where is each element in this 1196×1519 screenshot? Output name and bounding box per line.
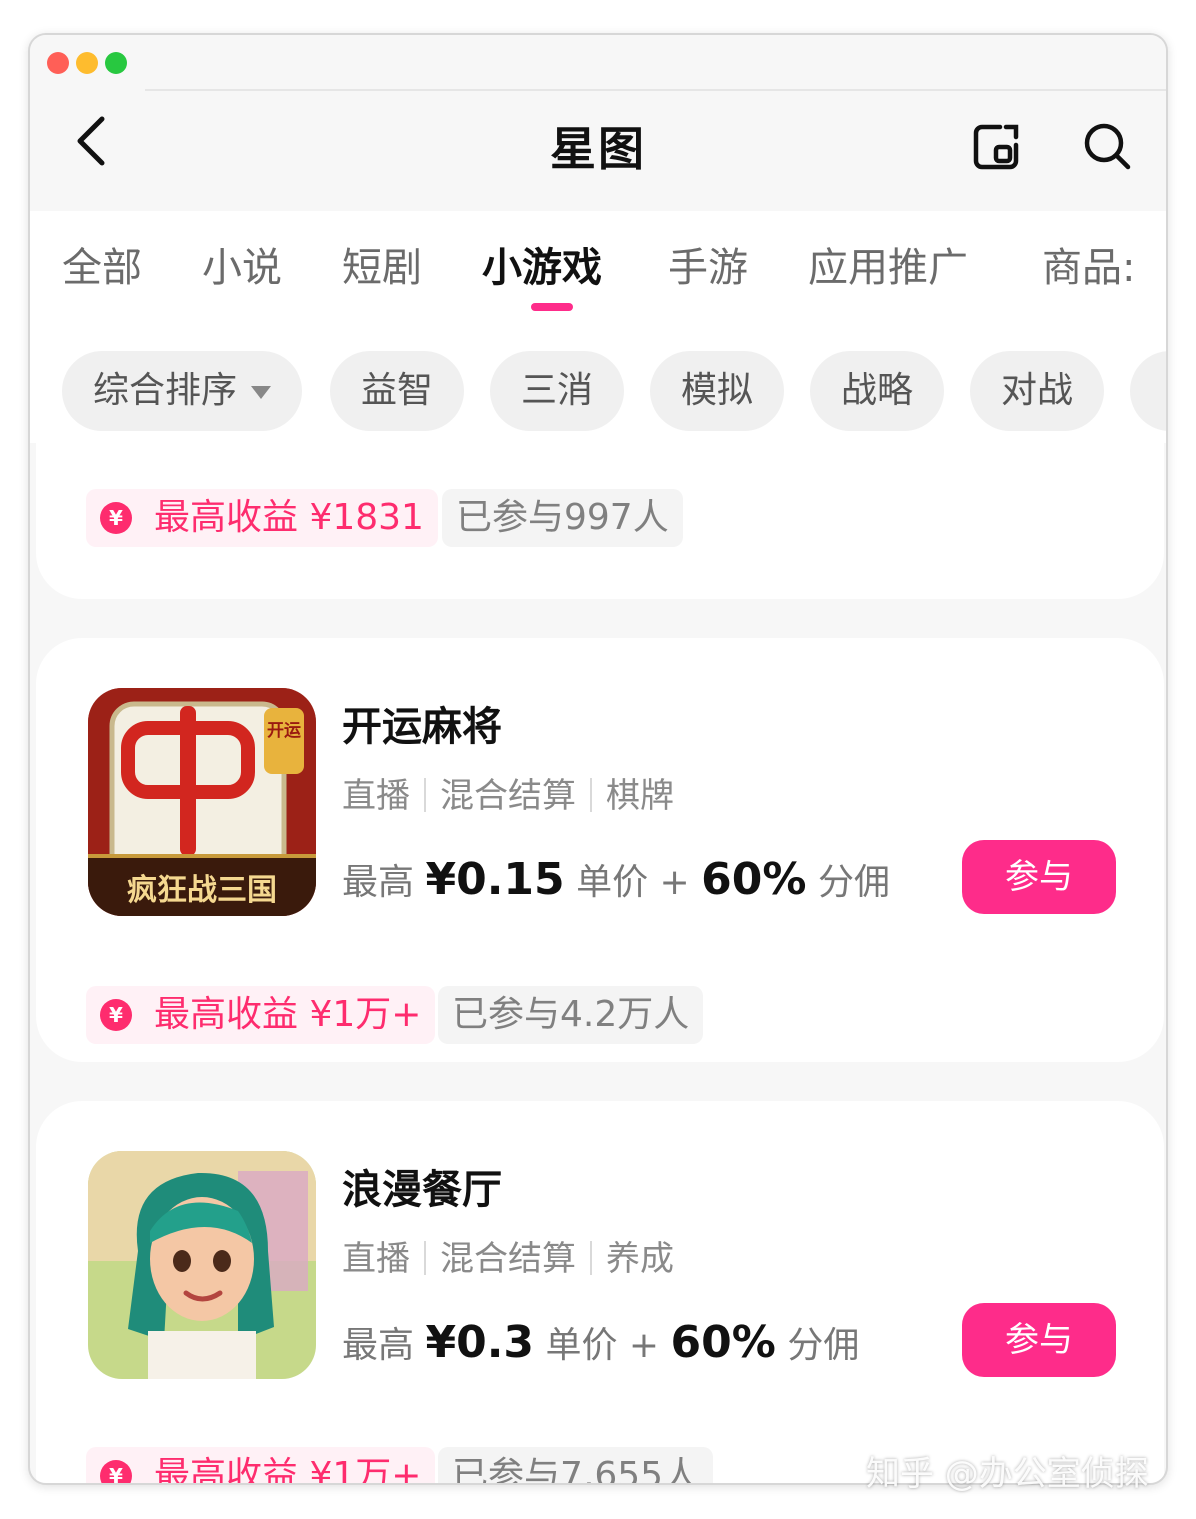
- commission-label: 分佣: [817, 862, 890, 903]
- tag-genre: 棋牌: [606, 776, 674, 816]
- category-tabs: 全部 小说 短剧 小游戏 手游 应用推广 商品:: [30, 235, 1166, 315]
- minimize-window-button[interactable]: [76, 52, 98, 74]
- tag-live: 直播: [342, 776, 410, 816]
- coin-icon: ¥: [100, 999, 132, 1031]
- tab-all[interactable]: 全部: [62, 235, 142, 293]
- sort-label: 综合排序: [92, 370, 237, 411]
- game-tags: 直播 混合结算 养成: [342, 1231, 674, 1280]
- filter-chips: 综合排序 益智 三消 模拟 战略 对战: [30, 351, 1166, 435]
- category-panel: 全部 小说 短剧 小游戏 手游 应用推广 商品: 综合排序 益智 三消 模拟 战…: [30, 211, 1166, 443]
- game-thumbnail-badge: 开运: [267, 721, 301, 741]
- participants-badge: 已参与4.2万人: [438, 986, 704, 1044]
- tag-settlement: 混合结算: [440, 776, 576, 816]
- tag-live: 直播: [342, 1239, 410, 1279]
- watermark: 知乎 @办公室侦探: [866, 1454, 1149, 1494]
- game-thumbnail: 开运 疯狂战三国: [88, 688, 316, 916]
- tag-divider: [424, 778, 426, 812]
- filter-chip-strategy[interactable]: 战略: [810, 351, 944, 431]
- caret-down-icon: [251, 385, 271, 399]
- tab-goods[interactable]: 商品:: [1042, 235, 1135, 293]
- commission-share: 60%: [701, 854, 807, 905]
- join-button[interactable]: 参与: [962, 840, 1116, 914]
- unit-price: ¥0.3: [425, 1317, 535, 1368]
- coin-icon: ¥: [100, 1460, 132, 1483]
- tab-novel[interactable]: 小说: [202, 235, 282, 293]
- price-prefix: 最高: [342, 1325, 415, 1366]
- app-window: 星图 全部 小说 短剧 小游戏 手游 应用推广 商品: 综合排序 益智 三消 模…: [28, 33, 1168, 1485]
- filter-chip-puzzle[interactable]: 益智: [330, 351, 464, 431]
- game-tags: 直播 混合结算 棋牌: [342, 768, 674, 817]
- unit-price: ¥0.15: [425, 854, 565, 905]
- max-earnings-text: 最高收益 ¥1万+: [154, 1455, 422, 1485]
- tag-genre: 养成: [606, 1239, 674, 1279]
- tab-short-drama[interactable]: 短剧: [342, 235, 422, 293]
- max-earnings-text: 最高收益 ¥1831: [154, 497, 424, 538]
- tag-divider: [590, 778, 592, 812]
- mini-window-icon[interactable]: [970, 119, 1024, 173]
- tag-divider: [590, 1241, 592, 1275]
- game-name: 开运麻将: [342, 704, 502, 750]
- unit-price-label: 单价 +: [545, 1325, 660, 1366]
- task-card[interactable]: ¥ 最高收益 ¥1831 已参与997人: [36, 441, 1164, 599]
- game-name: 浪漫餐厅: [342, 1167, 502, 1213]
- tab-app-promotion[interactable]: 应用推广: [808, 235, 968, 293]
- close-window-button[interactable]: [47, 52, 69, 74]
- commission-info: 最高 ¥0.15 单价 + 60% 分佣: [342, 853, 890, 905]
- game-thumbnail-title: 疯狂战三国: [127, 873, 277, 908]
- participants-badge: 已参与7,655人: [438, 1447, 714, 1483]
- join-button[interactable]: 参与: [962, 1303, 1116, 1377]
- price-prefix: 最高: [342, 862, 415, 903]
- max-earnings-badge: ¥ 最高收益 ¥1万+: [86, 986, 436, 1044]
- max-earnings-text: 最高收益 ¥1万+: [154, 994, 422, 1035]
- game-thumbnail: [88, 1151, 316, 1379]
- active-tab-indicator: [531, 303, 573, 311]
- tag-settlement: 混合结算: [440, 1239, 576, 1279]
- sort-dropdown[interactable]: 综合排序: [62, 351, 302, 431]
- max-earnings-badge: ¥ 最高收益 ¥1831: [86, 489, 438, 547]
- commission-label: 分佣: [787, 1325, 860, 1366]
- task-card[interactable]: 开运 疯狂战三国 开运麻将 直播 混合结算 棋牌 最高 ¥0.15 单价 + 60%…: [36, 638, 1164, 1062]
- maximize-window-button[interactable]: [105, 52, 127, 74]
- tag-divider: [424, 1241, 426, 1275]
- app-header: 星图: [30, 91, 1166, 211]
- filter-chip-simulation[interactable]: 模拟: [650, 351, 784, 431]
- window-titlebar: [30, 35, 1166, 91]
- commission-info: 最高 ¥0.3 单价 + 60% 分佣: [342, 1316, 859, 1368]
- tab-mobile-game[interactable]: 手游: [668, 235, 748, 293]
- tab-mini-game[interactable]: 小游戏: [482, 235, 602, 293]
- search-icon[interactable]: [1080, 119, 1134, 173]
- unit-price-label: 单价 +: [576, 862, 690, 903]
- filter-chip-more[interactable]: [1130, 351, 1166, 431]
- task-card[interactable]: 浪漫餐厅 直播 混合结算 养成 最高 ¥0.3 单价 + 60% 分佣 参与 ¥ 最高…: [36, 1101, 1164, 1485]
- coin-icon: ¥: [100, 502, 132, 534]
- commission-share: 60%: [670, 1317, 776, 1368]
- max-earnings-badge: ¥ 最高收益 ¥1万+: [86, 1447, 436, 1485]
- filter-chip-match3[interactable]: 三消: [490, 351, 624, 431]
- filter-chip-battle[interactable]: 对战: [970, 351, 1104, 431]
- participants-badge: 已参与997人: [442, 489, 683, 547]
